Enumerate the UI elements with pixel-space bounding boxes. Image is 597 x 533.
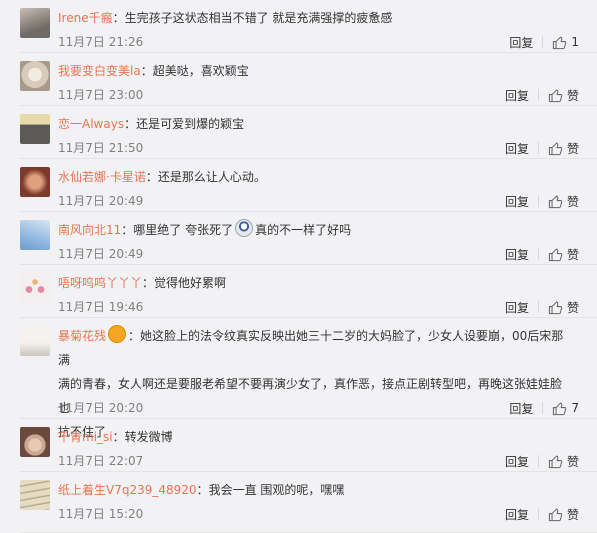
divider (537, 142, 539, 154)
vip-badge-icon (108, 325, 127, 343)
timestamp: 11月7日 21:26 (58, 35, 144, 49)
comment-text: 生完孩子这状态相当不错了 就是充满强撑的疲惫感 (124, 11, 393, 25)
like-count: 赞 (566, 300, 579, 315)
avatar[interactable] (20, 427, 50, 457)
reply-button[interactable]: 回复 (505, 506, 529, 523)
like-count: 赞 (566, 454, 579, 469)
reply-button[interactable]: 回复 (505, 193, 529, 210)
avatar[interactable] (20, 220, 50, 250)
reply-button[interactable]: 回复 (505, 87, 529, 104)
username[interactable]: 唔呀呜呜丫丫丫 (58, 276, 142, 290)
like-button[interactable]: 赞 (548, 299, 579, 316)
avatar[interactable] (20, 61, 50, 91)
like-count: 7 (571, 401, 579, 415)
username[interactable]: 纸上着生V7q239_48920 (58, 483, 197, 497)
timestamp: 11月7日 23:00 (58, 88, 144, 102)
divider (537, 248, 539, 260)
divider (542, 402, 544, 414)
thumbs-up-icon (553, 36, 567, 49)
divider (537, 508, 539, 520)
like-button[interactable]: 7 (552, 401, 579, 416)
timestamp: 11月7日 15:20 (58, 507, 144, 521)
like-count: 1 (571, 35, 579, 49)
timestamp: 11月7日 21:50 (58, 141, 144, 155)
comment-item: Irene千瘢：生完孩子这状态相当不错了 就是充满强撑的疲惫感 11月7日 21… (0, 0, 597, 53)
comment-item: 纸上着生V7q239_48920：我会一直 围观的呢，嘿嘿 11月7日 15:2… (0, 472, 597, 533)
reply-button[interactable]: 回复 (505, 246, 529, 263)
divider (537, 455, 539, 467)
like-count: 赞 (566, 194, 579, 209)
comment-item: 恋一Always：还是可爱到爆的颖宝 11月7日 21:50 回复 赞 (0, 106, 597, 159)
comment-item: 暴菊花残 ：她这脸上的法令纹真实反映出她三十二岁的大妈脸了，少女人设要崩，00后宋… (0, 318, 597, 439)
comment-text: 还是那么让人心动。 (157, 170, 266, 184)
avatar[interactable] (20, 167, 50, 197)
comment-item: 千青mi_si：转发微博 11月7日 22:07 回复 赞 (0, 419, 597, 472)
comment-item: 南风向北11：哪里绝了 夸张死了 真的不一样了好吗 11月7日 20:49 回复 … (0, 212, 597, 265)
username[interactable]: 暴菊花残 (58, 329, 106, 343)
like-button[interactable]: 赞 (548, 87, 579, 104)
reply-button[interactable]: 回复 (509, 400, 533, 417)
timestamp: 11月7日 19:46 (58, 300, 144, 314)
comment-item: 我要变白变美la：超美哒，喜欢颖宝 11月7日 23:00 回复 赞 (0, 53, 597, 106)
reply-button[interactable]: 回复 (505, 299, 529, 316)
like-count: 赞 (566, 247, 579, 262)
comment-text-continued: 真的不一样了好吗 (255, 223, 352, 237)
reply-button[interactable]: 回复 (509, 34, 533, 51)
username[interactable]: 南风向北11 (58, 223, 121, 237)
avatar[interactable] (20, 480, 50, 510)
thumbs-up-icon (548, 508, 563, 521)
avatar[interactable] (20, 8, 50, 38)
username[interactable]: 恋一Always (58, 117, 124, 131)
username[interactable]: 我要变白变美la (58, 64, 141, 78)
thumbs-up-icon (548, 248, 563, 261)
like-count: 赞 (566, 88, 579, 103)
thumbs-up-icon (548, 195, 563, 208)
face-emoji-icon (235, 219, 254, 237)
timestamp: 11月7日 20:49 (58, 247, 144, 261)
comment-text: 还是可爱到爆的颖宝 (136, 117, 245, 131)
like-count: 赞 (566, 141, 579, 156)
thumbs-up-icon (553, 402, 567, 415)
username[interactable]: Irene千瘢 (58, 11, 113, 25)
timestamp: 11月7日 22:07 (58, 454, 144, 468)
thumbs-up-icon (548, 455, 563, 468)
thumbs-up-icon (548, 142, 563, 155)
comment-item: 唔呀呜呜丫丫丫：觉得他好累啊 11月7日 19:46 回复 赞 (0, 265, 597, 318)
username[interactable]: 水仙若娜·卡星诺 (58, 170, 146, 184)
avatar[interactable] (20, 114, 50, 144)
comment-text: 我会一直 围观的呢，嘿嘿 (208, 483, 345, 497)
like-button[interactable]: 赞 (548, 453, 579, 470)
like-button[interactable]: 赞 (548, 140, 579, 157)
divider (542, 36, 544, 48)
comment-text: 哪里绝了 夸张死了 (133, 223, 234, 237)
comment-text: 觉得他好累啊 (154, 276, 227, 290)
timestamp: 11月7日 20:20 (58, 401, 144, 415)
like-button[interactable]: 1 (552, 35, 579, 50)
divider (537, 89, 539, 101)
comment-item: 水仙若娜·卡星诺：还是那么让人心动。 11月7日 20:49 回复 赞 (0, 159, 597, 212)
timestamp: 11月7日 20:49 (58, 194, 144, 208)
avatar[interactable] (20, 273, 50, 303)
like-button[interactable]: 赞 (548, 193, 579, 210)
like-count: 赞 (566, 507, 579, 522)
reply-button[interactable]: 回复 (505, 453, 529, 470)
comment-text: 转发微博 (124, 430, 173, 444)
avatar[interactable] (20, 326, 50, 356)
divider (537, 301, 539, 313)
thumbs-up-icon (548, 89, 563, 102)
divider (537, 195, 539, 207)
comment-list: Irene千瘢：生完孩子这状态相当不错了 就是充满强撑的疲惫感 11月7日 21… (0, 0, 597, 533)
thumbs-up-icon (548, 301, 563, 314)
username[interactable]: 千青mi_si (58, 430, 113, 444)
like-button[interactable]: 赞 (548, 246, 579, 263)
comment-text: 超美哒，喜欢颖宝 (152, 64, 249, 78)
reply-button[interactable]: 回复 (505, 140, 529, 157)
like-button[interactable]: 赞 (548, 506, 579, 523)
